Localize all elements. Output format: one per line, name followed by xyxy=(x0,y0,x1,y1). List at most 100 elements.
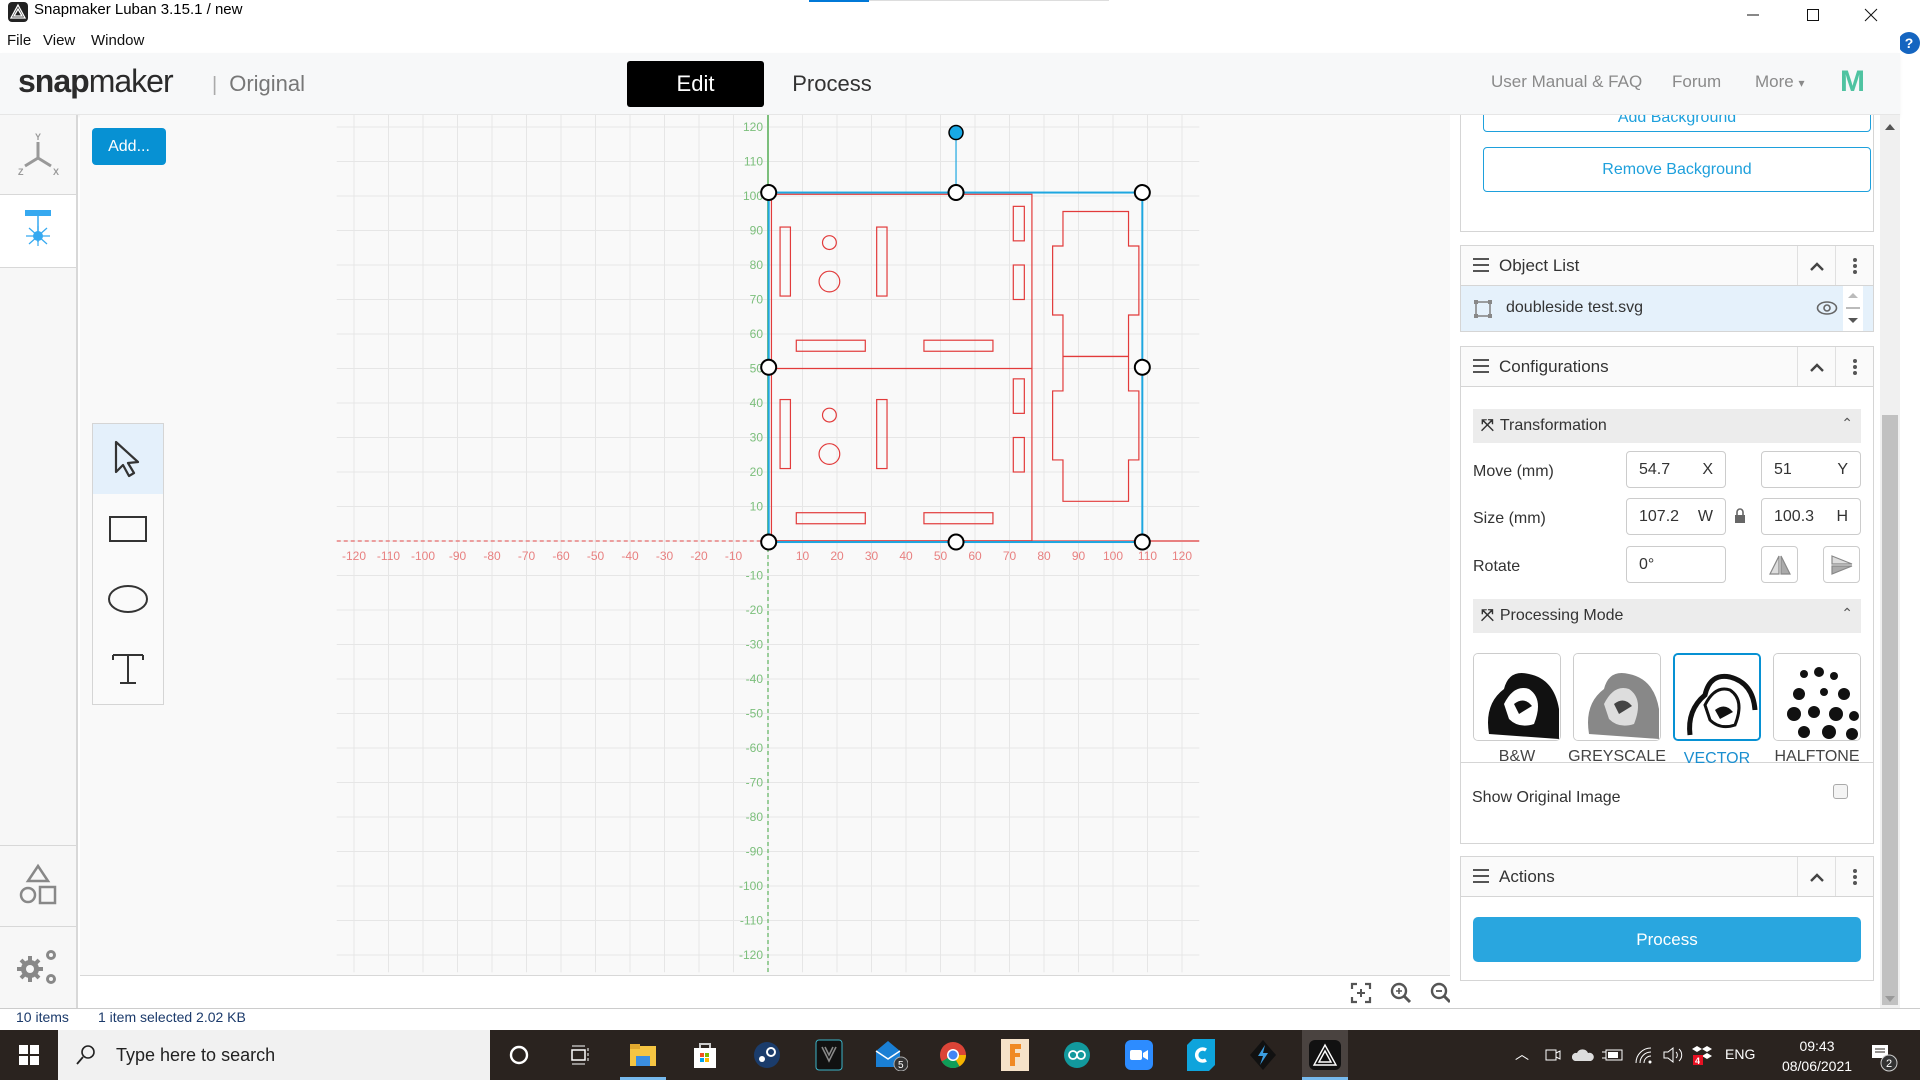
wifi-icon[interactable] xyxy=(1634,1046,1654,1064)
y-tick-label: 60 xyxy=(750,327,764,341)
resize-handle[interactable] xyxy=(1133,184,1151,202)
tool-rectangle[interactable] xyxy=(93,494,163,564)
fusion-360-icon[interactable] xyxy=(998,1038,1032,1072)
lock-icon[interactable] xyxy=(1734,508,1746,524)
taskbar-search[interactable]: Type here to search xyxy=(58,1030,490,1080)
collapse-button[interactable] xyxy=(1797,347,1835,386)
mail-icon[interactable]: 5 xyxy=(874,1038,908,1072)
tool-select[interactable] xyxy=(93,424,163,494)
cortana-icon[interactable] xyxy=(502,1038,536,1072)
object-list-scrollbar[interactable] xyxy=(1843,286,1863,331)
add-background-button[interactable]: Add Background xyxy=(1483,115,1871,132)
drag-handle-icon[interactable] xyxy=(1473,258,1489,272)
zoom-in-button[interactable] xyxy=(1390,982,1414,1006)
double-chevron-up-icon[interactable]: ⌃ xyxy=(1841,415,1853,432)
menu-view[interactable]: View xyxy=(43,32,75,49)
show-original-checkbox[interactable] xyxy=(1833,784,1848,799)
collapse-button[interactable] xyxy=(1797,857,1835,896)
close-button[interactable] xyxy=(1848,0,1894,30)
microsoft-store-icon[interactable] xyxy=(688,1038,722,1072)
resize-handle[interactable] xyxy=(760,358,778,376)
y-tick-label: 100 xyxy=(743,189,763,203)
process-button[interactable]: Process xyxy=(1473,917,1861,962)
scrollbar-thumb[interactable] xyxy=(1882,415,1898,1005)
help-icon[interactable]: ? xyxy=(1898,32,1920,54)
resize-handle[interactable] xyxy=(947,533,965,551)
predator-sense-icon[interactable] xyxy=(812,1038,846,1072)
system-clock[interactable]: 09:43 08/06/2021 xyxy=(1772,1036,1862,1076)
add-file-button[interactable]: Add... xyxy=(92,128,166,165)
scroll-down-icon[interactable] xyxy=(1884,995,1896,1003)
right-panel-scrollbar[interactable] xyxy=(1880,115,1900,1008)
eye-icon[interactable] xyxy=(1816,300,1838,316)
language-indicator[interactable]: ENG xyxy=(1725,1046,1755,1062)
forum-link[interactable]: Forum xyxy=(1672,72,1721,92)
resize-handle[interactable] xyxy=(760,533,778,551)
mode-vector[interactable] xyxy=(1673,653,1761,741)
sidebar-item-laser[interactable] xyxy=(0,195,76,268)
drag-handle-icon[interactable] xyxy=(1473,869,1489,883)
volume-icon[interactable] xyxy=(1662,1046,1684,1064)
rotate-input[interactable]: 0° xyxy=(1626,546,1726,583)
tab-process[interactable]: Process xyxy=(772,61,892,107)
size-w-input[interactable]: 107.2 W xyxy=(1626,498,1726,535)
widget-menu-button[interactable] xyxy=(1835,246,1873,285)
zoom-app-icon[interactable] xyxy=(1122,1038,1156,1072)
rotate-handle[interactable] xyxy=(948,124,964,141)
resize-handle[interactable] xyxy=(1133,358,1151,376)
start-button[interactable] xyxy=(0,1030,58,1080)
resize-handle[interactable] xyxy=(760,184,778,202)
tool-ellipse[interactable] xyxy=(93,564,163,634)
cura-icon[interactable] xyxy=(1184,1038,1218,1072)
double-chevron-up-icon[interactable]: ⌃ xyxy=(1841,605,1853,622)
canvas-svg[interactable]: -120 -110 -100 -90 -80 -70 -60 -50 -40 -30 -20 -10 1… xyxy=(80,115,1450,975)
resize-handle[interactable] xyxy=(947,184,965,202)
flip-vertical-button[interactable] xyxy=(1823,546,1860,583)
menu-file[interactable]: File xyxy=(7,32,31,49)
more-menu[interactable]: More ▾ xyxy=(1755,72,1805,92)
widget-menu-button[interactable] xyxy=(1835,857,1873,896)
resize-handle[interactable] xyxy=(1133,533,1151,551)
processing-mode-section-header[interactable]: ⤧ Processing Mode ⌃ xyxy=(1473,599,1861,633)
object-name: doubleside test.svg xyxy=(1506,299,1643,316)
onedrive-icon[interactable] xyxy=(1572,1048,1594,1062)
object-list-item[interactable]: doubleside test.svg xyxy=(1461,286,1873,331)
move-x-input[interactable]: 54.7 X xyxy=(1626,451,1726,488)
minimize-button[interactable] xyxy=(1730,0,1776,30)
mode-halftone[interactable] xyxy=(1773,653,1861,741)
fit-view-button[interactable] xyxy=(1350,982,1374,1006)
maximize-button[interactable] xyxy=(1790,0,1836,30)
user-manual-link[interactable]: User Manual & FAQ xyxy=(1491,72,1642,92)
luban-taskbar-button[interactable] xyxy=(1302,1030,1348,1080)
remove-background-button[interactable]: Remove Background xyxy=(1483,147,1871,192)
sidebar-item-models[interactable] xyxy=(0,845,76,927)
widget-menu-button[interactable] xyxy=(1835,347,1873,386)
battery-icon[interactable] xyxy=(1602,1047,1624,1063)
show-hidden-icons[interactable]: ︿ xyxy=(1515,1044,1529,1064)
move-label: Move (mm) xyxy=(1473,463,1554,480)
collapse-button[interactable] xyxy=(1797,246,1835,285)
sidebar-item-settings[interactable] xyxy=(0,927,76,1007)
scroll-up-icon[interactable] xyxy=(1884,123,1896,131)
tool-text[interactable] xyxy=(93,634,163,704)
drag-handle-icon[interactable] xyxy=(1473,359,1489,373)
task-view-icon[interactable] xyxy=(563,1038,597,1072)
size-h-input[interactable]: 100.3 H xyxy=(1761,498,1861,535)
move-y-input[interactable]: 51 Y xyxy=(1761,451,1861,488)
mode-greyscale[interactable] xyxy=(1573,653,1661,741)
tab-edit[interactable]: Edit xyxy=(627,61,764,107)
lightburn-icon[interactable] xyxy=(1246,1038,1280,1072)
camera-icon[interactable] xyxy=(1544,1046,1562,1064)
chrome-icon[interactable] xyxy=(936,1038,970,1072)
menu-window[interactable]: Window xyxy=(91,32,144,49)
flip-horizontal-button[interactable] xyxy=(1761,546,1798,583)
arduino-icon[interactable] xyxy=(1060,1038,1094,1072)
workspace-canvas[interactable]: -120 -110 -100 -90 -80 -70 -60 -50 -40 -30 -20 -10 1… xyxy=(80,115,1450,975)
action-center-button[interactable]: 2 xyxy=(1868,1042,1904,1074)
file-explorer-icon[interactable] xyxy=(626,1038,660,1072)
transformation-section-header[interactable]: ⤧ Transformation ⌃ xyxy=(1473,409,1861,443)
steam-icon[interactable] xyxy=(750,1038,784,1072)
sidebar-item-axis-view[interactable]: Y Z X xyxy=(0,115,76,195)
dropbox-icon[interactable]: 4 xyxy=(1692,1044,1714,1066)
mode-bw[interactable] xyxy=(1473,653,1561,741)
